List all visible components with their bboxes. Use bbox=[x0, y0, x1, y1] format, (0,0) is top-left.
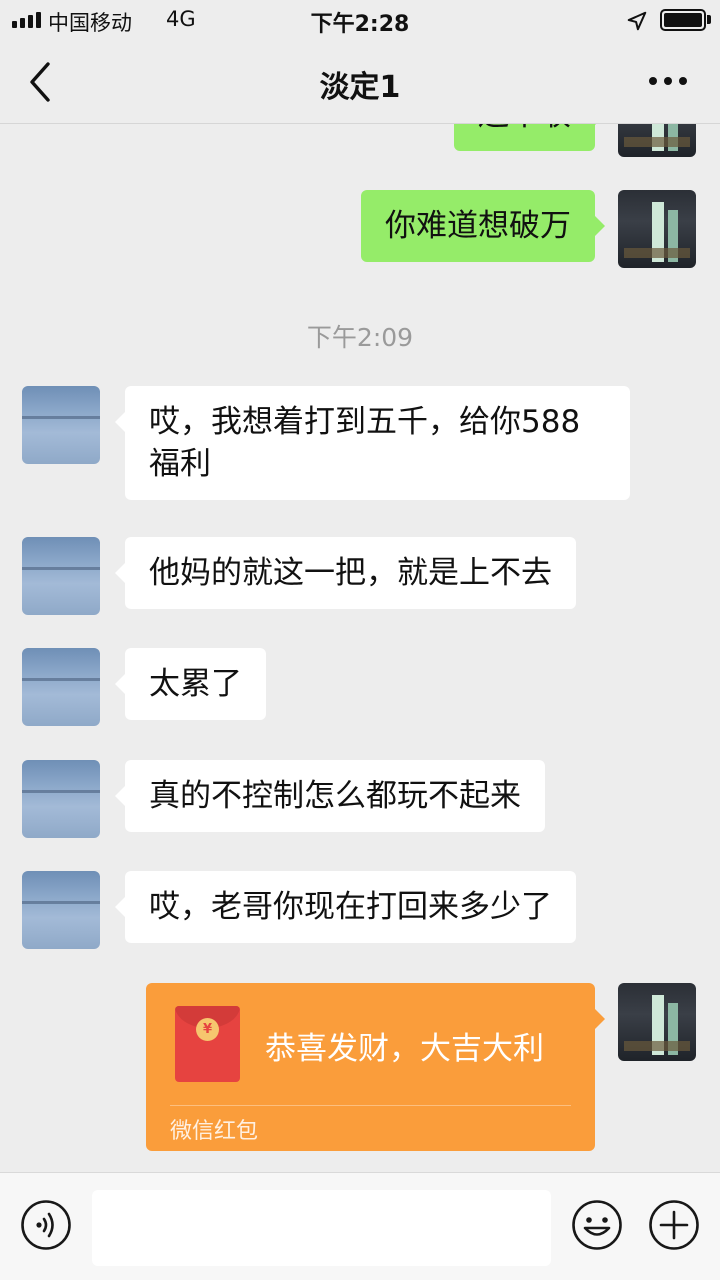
chat-header: 淡定1 bbox=[0, 40, 720, 124]
chat-title: 淡定1 bbox=[319, 70, 401, 105]
self-avatar[interactable] bbox=[618, 983, 696, 1061]
message-bubble-contact[interactable]: 他妈的就这一把，就是上不去 bbox=[115, 537, 576, 609]
red-packet-divider bbox=[170, 1105, 571, 1106]
plus-icon[interactable] bbox=[648, 1199, 700, 1251]
self-avatar[interactable] bbox=[618, 190, 696, 268]
status-bar: 中国移动 4G 下午2:28 bbox=[0, 0, 720, 40]
red-packet-message[interactable]: ¥ 恭喜发财，大吉大利 微信红包 bbox=[146, 983, 605, 1151]
contact-avatar[interactable] bbox=[22, 648, 100, 726]
message-bubble-contact[interactable]: 太累了 bbox=[115, 648, 266, 720]
input-bar bbox=[0, 1172, 720, 1280]
emoji-icon[interactable] bbox=[571, 1199, 623, 1251]
location-arrow-icon bbox=[627, 11, 647, 31]
message-bubble-self[interactable]: 你难道想破万 bbox=[361, 190, 605, 262]
message-bubble-self[interactable]: 还不收 bbox=[454, 124, 605, 151]
yuan-coin-icon: ¥ bbox=[196, 1018, 219, 1041]
message-bubble-contact[interactable]: 哎，老哥你现在打回来多少了 bbox=[115, 871, 576, 943]
contact-avatar[interactable] bbox=[22, 537, 100, 615]
self-avatar[interactable] bbox=[618, 124, 696, 157]
message-bubble-contact[interactable]: 哎，我想着打到五千，给你588福利 bbox=[115, 386, 630, 500]
message-input[interactable] bbox=[92, 1190, 551, 1266]
contact-avatar[interactable] bbox=[22, 386, 100, 464]
voice-icon[interactable] bbox=[20, 1199, 72, 1251]
contact-avatar[interactable] bbox=[22, 871, 100, 949]
battery-icon bbox=[660, 9, 706, 31]
red-packet-label: 微信红包 bbox=[170, 1119, 259, 1144]
red-packet-greeting: 恭喜发财，大吉大利 bbox=[265, 1031, 544, 1067]
ellipsis-icon[interactable] bbox=[646, 66, 690, 96]
contact-avatar[interactable] bbox=[22, 760, 100, 838]
status-time: 下午2:28 bbox=[310, 12, 410, 37]
chat-messages[interactable]: 还不收 你难道想破万 下午2:09 哎，我想着打到五千，给你588福利 他妈的就… bbox=[0, 124, 720, 1172]
message-timestamp: 下午2:09 bbox=[306, 323, 414, 352]
battery-tip bbox=[707, 15, 711, 24]
message-bubble-contact[interactable]: 真的不控制怎么都玩不起来 bbox=[115, 760, 545, 832]
red-envelope-icon: ¥ bbox=[175, 1006, 240, 1082]
